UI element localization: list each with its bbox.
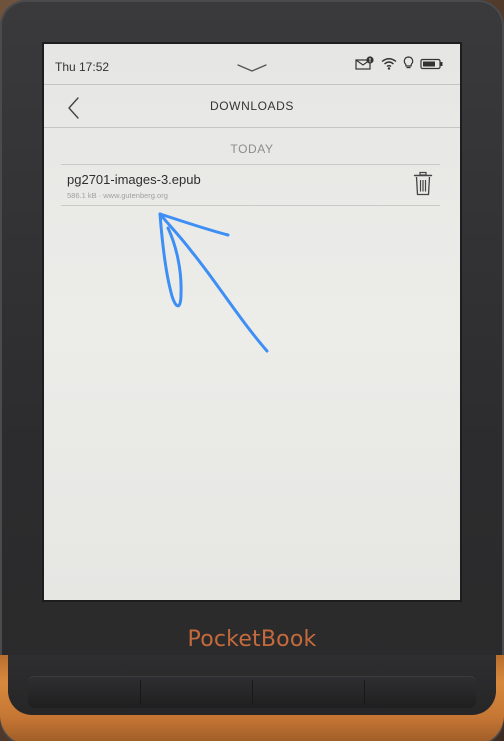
download-file-name: pg2701-images-3.epub [67,172,201,187]
wifi-icon[interactable] [381,57,397,75]
status-icons [355,56,444,75]
trash-icon[interactable] [413,171,433,197]
download-file-meta: 586.1 kB · www.gutenberg.org [67,191,168,200]
chevron-down-icon[interactable] [236,60,268,78]
photo-background: PocketBook Thu 17:52 DOWNLOADS TODAY pg2… [0,0,504,741]
notification-mail-icon[interactable] [355,56,375,75]
hardware-button-divider [252,680,253,704]
status-clock: Thu 17:52 [55,60,110,74]
lightbulb-icon[interactable] [403,56,414,75]
hardware-button-divider [364,680,365,704]
status-bar: Thu 17:52 [44,44,460,84]
brand-logo: PocketBook [187,627,317,652]
page-header: DOWNLOADS [44,85,460,127]
download-list-item[interactable]: pg2701-images-3.epub 586.1 kB · www.gute… [61,164,440,206]
hardware-button-divider [140,680,141,704]
page-title: DOWNLOADS [209,99,295,113]
header-divider [44,127,460,128]
section-header-today: TODAY [230,142,274,156]
battery-icon [420,57,444,75]
eink-screen: Thu 17:52 DOWNLOADS TODAY pg2701-images-… [44,44,460,600]
